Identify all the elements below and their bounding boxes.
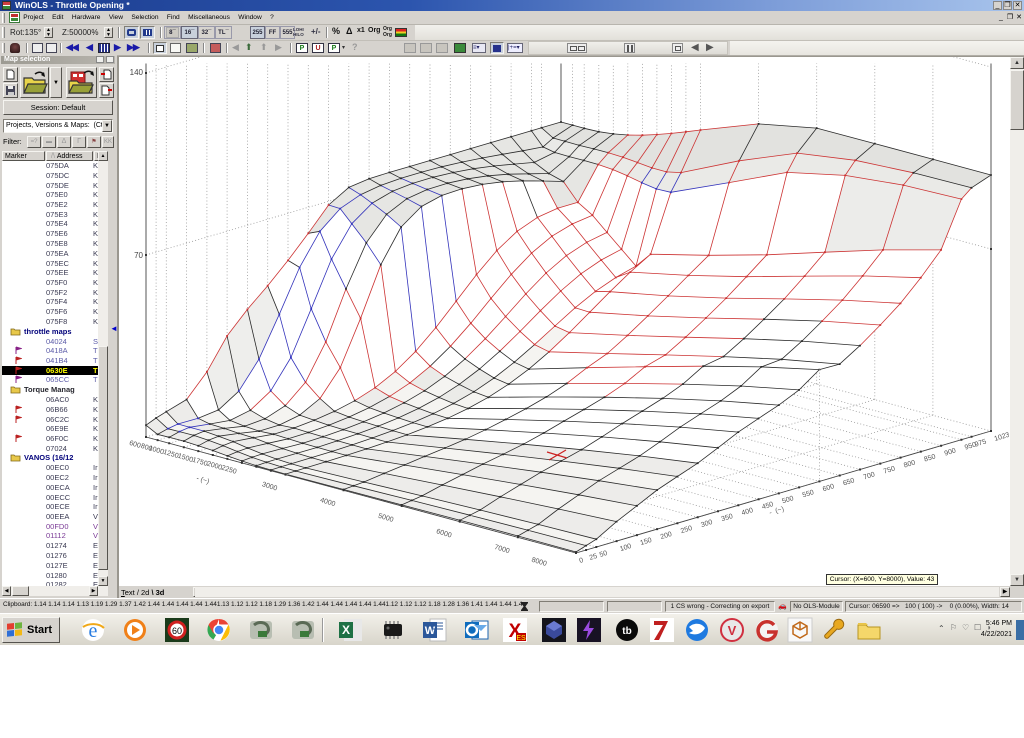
svg-text:700: 700 — [863, 471, 876, 481]
svg-text:60: 60 — [172, 626, 182, 636]
svg-text:V: V — [728, 623, 737, 638]
svg-text:3000: 3000 — [261, 481, 278, 492]
svg-text:50: 50 — [599, 550, 609, 559]
svg-text:650: 650 — [842, 477, 855, 487]
svg-text:- (~): - (~) — [195, 475, 210, 486]
svg-text:975: 975 — [974, 438, 987, 448]
svg-text:7000: 7000 — [493, 544, 510, 555]
svg-text:X: X — [342, 623, 350, 637]
svg-text:6000: 6000 — [435, 528, 452, 539]
svg-text:600: 600 — [822, 483, 835, 493]
svg-text:150: 150 — [639, 537, 652, 547]
svg-text:500: 500 — [781, 495, 794, 505]
svg-text:250: 250 — [680, 525, 693, 535]
svg-text:0: 0 — [579, 557, 585, 565]
svg-text:750: 750 — [883, 465, 896, 475]
svg-text:W: W — [425, 625, 436, 637]
svg-text:100: 100 — [619, 543, 632, 553]
svg-text:550: 550 — [802, 489, 815, 499]
svg-text:800: 800 — [903, 459, 916, 469]
svg-text:tb: tb — [622, 626, 631, 637]
svg-text:400: 400 — [741, 507, 754, 517]
svg-text:5000: 5000 — [377, 513, 394, 524]
svg-text:850: 850 — [923, 453, 936, 463]
svg-text:70: 70 — [134, 251, 143, 260]
svg-text:8000: 8000 — [531, 557, 548, 568]
svg-text:140: 140 — [130, 68, 144, 77]
svg-text:ES: ES — [516, 635, 526, 642]
svg-text:2250: 2250 — [220, 465, 237, 476]
svg-text:4000: 4000 — [319, 497, 336, 508]
svg-text:25: 25 — [589, 553, 599, 562]
svg-text:200: 200 — [660, 531, 673, 541]
svg-text:900: 900 — [944, 447, 957, 457]
svg-text:1023: 1023 — [994, 432, 1009, 443]
svg-text:350: 350 — [721, 513, 734, 523]
svg-text:300: 300 — [700, 519, 713, 529]
